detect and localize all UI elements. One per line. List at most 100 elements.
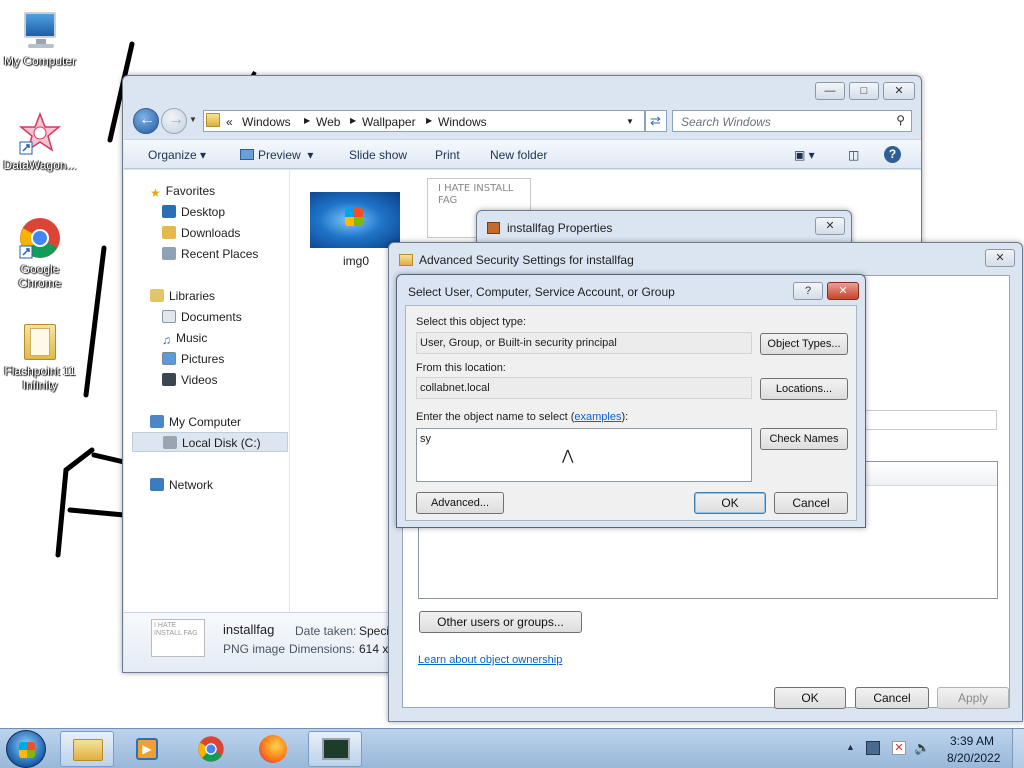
documents-icon xyxy=(162,310,176,323)
cancel-button[interactable]: Cancel xyxy=(774,492,848,514)
back-button[interactable]: ← xyxy=(133,108,159,134)
taskbar-chrome[interactable] xyxy=(184,731,238,767)
desktop-icon-label: Flashpoint 11 Infinity xyxy=(4,364,76,392)
help-icon[interactable]: ? xyxy=(884,146,901,163)
breadcrumb-windows[interactable]: Windows xyxy=(242,115,291,129)
taskbar-media-player[interactable]: ▶ xyxy=(120,731,174,767)
refresh-icon: ⇄ xyxy=(650,113,661,128)
locations-button[interactable]: Locations... xyxy=(760,378,848,400)
start-button[interactable] xyxy=(6,730,46,768)
nav-my-computer[interactable]: My Computer xyxy=(150,415,241,429)
videos-icon xyxy=(162,373,176,386)
nav-downloads[interactable]: Downloads xyxy=(162,226,240,240)
back-arrow-icon: ← xyxy=(139,111,155,128)
chevron-down-icon[interactable]: ▼ xyxy=(626,117,634,126)
learn-ownership-link[interactable]: Learn about object ownership xyxy=(418,654,562,666)
preview-icon xyxy=(240,149,254,160)
nav-libraries[interactable]: Libraries xyxy=(150,289,215,303)
close-button[interactable]: ✕ xyxy=(883,82,915,100)
ok-button[interactable]: OK xyxy=(694,492,766,514)
media-player-icon: ▶ xyxy=(136,738,158,760)
nav-videos[interactable]: Videos xyxy=(162,373,217,387)
change-view-icon[interactable]: ▣ ▾ xyxy=(794,148,815,162)
network-tray-icon[interactable] xyxy=(866,741,880,755)
apply-button[interactable]: Apply xyxy=(937,687,1009,709)
close-button[interactable]: ✕ xyxy=(985,249,1015,267)
minimize-button[interactable]: — xyxy=(815,82,845,100)
folder-icon xyxy=(73,739,103,761)
slideshow-button[interactable]: Slide show xyxy=(349,148,407,162)
clock-time[interactable]: 3:39 AM xyxy=(950,734,994,748)
clock-date[interactable]: 8/20/2022 xyxy=(947,751,1000,765)
desktop-icon-label: My Computer xyxy=(3,54,77,68)
new-folder-button[interactable]: New folder xyxy=(490,148,547,162)
object-name-input[interactable]: sy ⋀ xyxy=(416,428,752,482)
close-button[interactable]: ✕ xyxy=(815,217,845,235)
computer-icon xyxy=(150,415,164,428)
close-button[interactable]: ✕ xyxy=(827,282,859,300)
music-icon: ♫ xyxy=(162,333,171,347)
details-thumbnail: I HATE INSTALL FAG xyxy=(151,619,205,657)
object-type-label: Select this object type: xyxy=(416,316,527,328)
file-item-installfag[interactable]: I HATE INSTALL FAG xyxy=(427,178,531,238)
desktop-icon-my-computer[interactable]: My Computer xyxy=(0,8,80,68)
maximize-button[interactable]: □ xyxy=(849,82,879,100)
disk-icon xyxy=(163,436,177,449)
forward-button[interactable]: → xyxy=(161,108,187,134)
owner-field xyxy=(855,410,997,430)
preview-pane-icon[interactable]: ◫ xyxy=(848,148,859,162)
chevron-right-icon: ▶ xyxy=(350,116,357,125)
search-input[interactable]: Search Windows ⚲ xyxy=(672,110,912,132)
select-user-dialog[interactable]: Select User, Computer, Service Account, … xyxy=(396,274,866,528)
taskbar: ▶ ▲ ✕ 🔈 3:39 AM 8/20/2022 xyxy=(0,728,1024,768)
location-label: From this location: xyxy=(416,362,506,374)
nav-documents[interactable]: Documents xyxy=(162,310,242,324)
taskbar-firefox[interactable] xyxy=(246,731,300,767)
nav-desktop[interactable]: Desktop xyxy=(162,205,225,219)
details-type: PNG image xyxy=(223,642,286,656)
volume-icon[interactable]: 🔈 xyxy=(914,740,930,756)
address-bar[interactable]: « Windows ▶ Web ▶ Wallpaper ▶ Windows ▼ xyxy=(203,110,645,132)
navigation-pane: ★ Favorites Desktop Downloads Recent Plac… xyxy=(124,170,290,612)
nav-music[interactable]: ♫ Music xyxy=(162,331,207,347)
nav-local-disk[interactable]: Local Disk (C:) xyxy=(132,432,288,452)
nav-recent-places[interactable]: Recent Places xyxy=(162,247,258,261)
show-hidden-icons-icon[interactable]: ▲ xyxy=(846,742,855,752)
cancel-button[interactable]: Cancel xyxy=(855,687,929,709)
refresh-button[interactable]: ⇄ xyxy=(645,110,667,132)
organize-button[interactable]: Organize ▾ xyxy=(148,148,206,162)
details-name: installfag xyxy=(223,622,275,637)
taskbar-task-manager[interactable] xyxy=(308,731,362,767)
location-field: collabnet.local xyxy=(416,377,752,399)
action-center-icon[interactable]: ✕ xyxy=(892,741,906,755)
help-button[interactable]: ? xyxy=(793,282,823,300)
breadcrumb-windows-current[interactable]: Windows xyxy=(438,115,487,129)
print-button[interactable]: Print xyxy=(435,148,460,162)
taskbar-explorer[interactable] xyxy=(60,731,114,767)
examples-link[interactable]: examples xyxy=(574,411,621,423)
network-icon xyxy=(150,478,164,491)
recent-places-icon xyxy=(162,247,176,260)
desktop-icon-google-chrome[interactable]: Google Chrome xyxy=(0,216,80,290)
object-types-button[interactable]: Object Types... xyxy=(760,333,848,355)
show-desktop-button[interactable] xyxy=(1012,729,1024,768)
nav-favorites[interactable]: ★ Favorites xyxy=(150,184,215,200)
breadcrumb-overflow[interactable]: « xyxy=(226,115,233,129)
properties-window[interactable]: installfag Properties ✕ xyxy=(476,210,852,246)
breadcrumb-web[interactable]: Web xyxy=(316,115,340,129)
nav-pictures[interactable]: Pictures xyxy=(162,352,224,366)
ok-button[interactable]: OK xyxy=(774,687,846,709)
dialog-title: Select User, Computer, Service Account, … xyxy=(408,285,675,299)
breadcrumb-wallpaper[interactable]: Wallpaper xyxy=(362,115,416,129)
desktop-icon-label: DataWagon... xyxy=(3,158,77,172)
properties-title: installfag Properties xyxy=(507,221,613,235)
preview-button[interactable]: Preview ▾ xyxy=(240,148,313,162)
image-thumbnail xyxy=(310,192,400,248)
other-users-button[interactable]: Other users or groups... xyxy=(419,611,582,633)
advanced-button[interactable]: Advanced... xyxy=(416,492,504,514)
check-names-button[interactable]: Check Names xyxy=(760,428,848,450)
desktop-icon-flashpoint[interactable]: Flashpoint 11 Infinity xyxy=(0,318,80,392)
nav-network[interactable]: Network xyxy=(150,478,213,492)
desktop-icon-datawagon[interactable]: DataWagon... xyxy=(0,111,80,172)
recent-pages-dropdown-icon[interactable]: ▼ xyxy=(189,115,197,124)
